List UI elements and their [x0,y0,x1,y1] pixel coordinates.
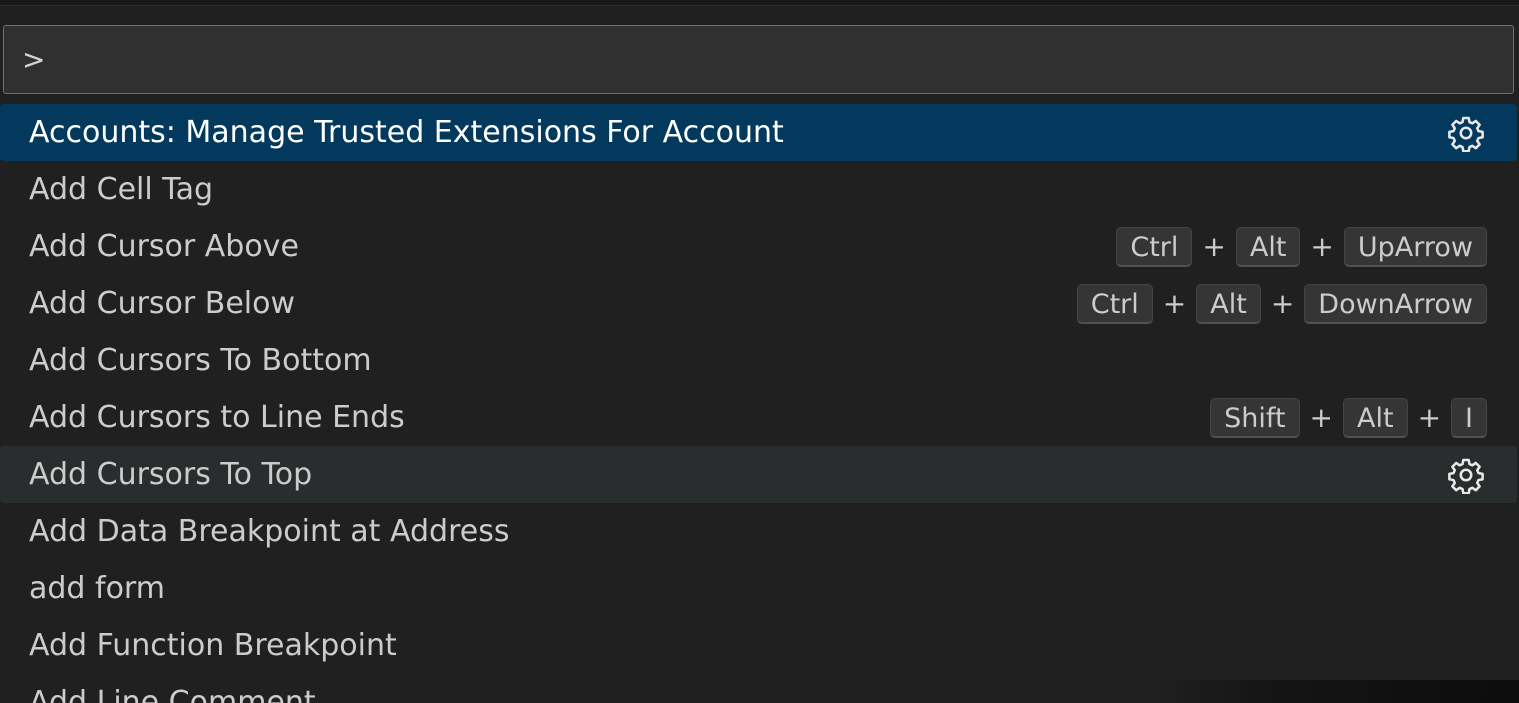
keybinding-key: I [1451,397,1487,438]
keybinding-key: UpArrow [1343,226,1487,267]
command-list: Accounts: Manage Trusted Extensions For … [0,104,1519,703]
command-label: Add Cursor Below [29,286,296,321]
command-label: Add Data Breakpoint at Address [29,514,510,549]
keybinding: Ctrl + Alt + DownArrow [1076,283,1487,324]
command-item[interactable]: Add Cursor Below Ctrl + Alt + DownArrow [0,275,1519,332]
command-item[interactable]: Add Cursors To Bottom [0,332,1519,389]
command-label: add form [29,571,165,606]
command-label: Add Function Breakpoint [29,628,397,663]
keybinding-separator: + [1310,230,1334,263]
gear-icon[interactable] [1447,114,1485,152]
command-label: Accounts: Manage Trusted Extensions For … [29,115,784,150]
command-palette-input-box[interactable] [3,25,1514,94]
keybinding-key: Alt [1343,397,1408,438]
keybinding-key: Ctrl [1116,226,1193,267]
command-item[interactable]: Add Cursors to Line Ends Shift + Alt + I [0,389,1519,446]
command-item[interactable]: Accounts: Manage Trusted Extensions For … [0,104,1517,161]
command-label: Add Cursors To Top [29,457,313,492]
keybinding-separator: + [1270,287,1295,320]
keybinding-key: DownArrow [1304,283,1487,324]
keybinding-separator: + [1417,401,1442,434]
command-label: Add Cursors to Line Ends [29,400,405,435]
command-item[interactable]: Add Data Breakpoint at Address [0,503,1519,560]
command-item[interactable]: Add Cursor Above Ctrl + Alt + UpArrow [0,218,1519,275]
command-label: Add Cell Tag [29,172,214,207]
keybinding: Ctrl + Alt + UpArrow [1116,226,1487,267]
keybinding: Shift + Alt + I [1210,397,1487,438]
command-item[interactable]: add form [0,560,1519,617]
screen-edge-shadow [1150,680,1519,703]
keybinding-separator: + [1309,401,1333,434]
command-label: Add Cursor Above [29,229,299,264]
keybinding-key: Alt [1235,226,1301,267]
command-item[interactable]: Add Cell Tag [0,161,1519,218]
gear-icon[interactable] [1447,456,1485,494]
keybinding-separator: + [1202,230,1226,263]
command-label: Add Cursors To Bottom [29,343,372,378]
window-top-edge [0,0,1519,6]
keybinding-key: Ctrl [1076,283,1153,324]
keybinding-key: Alt [1196,283,1261,324]
command-palette-input[interactable] [4,26,1513,93]
command-item[interactable]: Add Function Breakpoint [0,617,1519,674]
keybinding-key: Shift [1210,397,1300,438]
keybinding-separator: + [1162,287,1187,320]
command-item[interactable]: Add Cursors To Top [0,446,1517,503]
